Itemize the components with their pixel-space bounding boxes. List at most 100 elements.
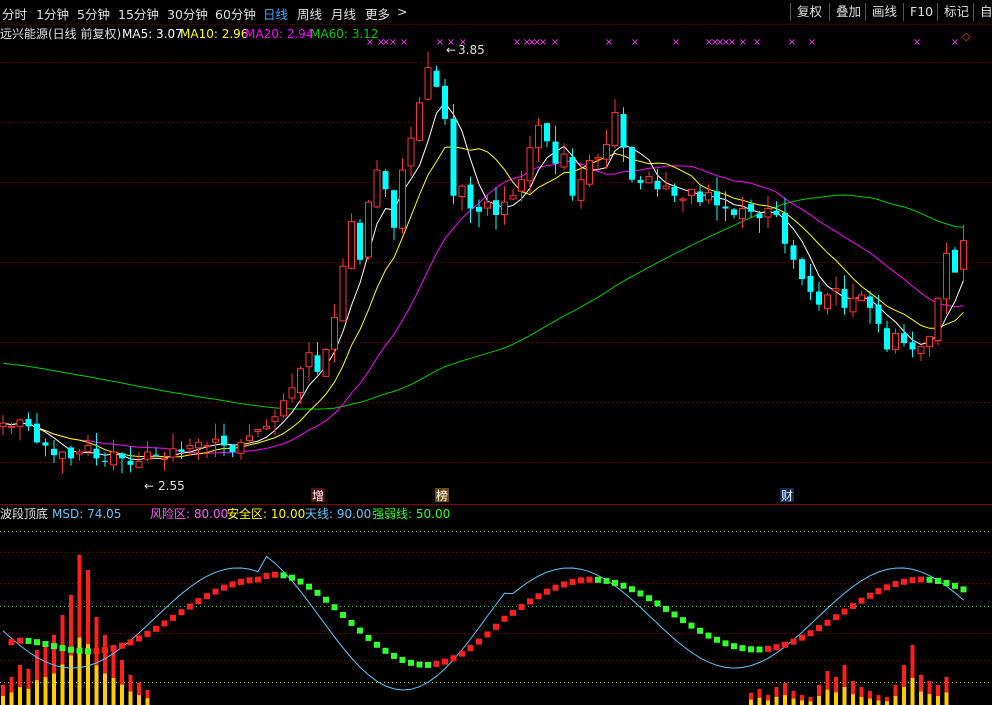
period-intraday[interactable]: 分时 [2,4,27,23]
step-mark-up [816,625,822,632]
candle-body-up [288,387,296,399]
candle-body-down [51,448,57,456]
chevron-right-icon[interactable]: > [397,4,407,19]
period-1min[interactable]: 1分钟 [36,4,69,23]
histogram-bar-top [137,683,141,696]
candle-body-up [195,441,202,449]
candle-body-up [535,124,542,149]
candle-body-down [433,70,440,87]
candle-body-up [603,143,610,160]
step-mark-down [59,645,66,652]
candle-body-down [93,448,100,459]
candle-body-down [731,209,737,215]
candle-body-up [169,448,177,458]
candle-body-down [807,275,814,292]
step-mark-down [365,634,372,641]
candle-body-up [739,208,746,219]
step-mark-up [476,638,482,645]
period-weekly[interactable]: 周线 [297,4,322,23]
step-mark-down [748,646,754,653]
step-mark-up [8,639,15,646]
histogram-bar-top [26,669,31,689]
step-mark-up [195,598,202,605]
period-60min[interactable]: 60分钟 [215,4,256,23]
event-marker-cai[interactable]: 财 [781,489,793,503]
candle-body-up [611,111,619,146]
step-mark-down [42,641,49,648]
step-mark-down [739,645,746,652]
candle-body-up [960,240,967,270]
step-mark-down [306,583,312,590]
candle-body-down [952,249,958,273]
signal-mark: × [739,37,747,48]
period-monthly[interactable]: 月线 [331,4,356,23]
step-mark-up [484,631,491,638]
step-mark-down [680,617,686,624]
candle-body-up [161,457,168,461]
histogram-bar-top [94,617,99,666]
candle-body-up [246,435,253,442]
candle-body-up [365,201,372,258]
period-toolbar: 分时 1分钟 5分钟 15分钟 30分钟 60分钟 日线 周线 月线 更多 > … [0,0,992,25]
period-daily[interactable]: 日线 [263,4,288,23]
mark-button[interactable]: 标记 [937,3,969,21]
candle-body-down [544,123,550,142]
signal-mark: × [631,37,639,48]
step-mark-down [25,637,32,644]
candle-body-down [654,180,661,190]
step-mark-up [204,593,210,600]
histogram-bar-top [842,665,847,687]
indicator-chart[interactable] [1,555,967,705]
period-5min[interactable]: 5分钟 [77,4,110,23]
histogram-bar-top [851,681,855,695]
step-mark-up [782,641,788,648]
step-mark-up [153,625,159,632]
histogram-bar-top [944,677,949,693]
step-mark-up [450,655,457,662]
candle-body-up [424,67,432,100]
step-mark-down [663,605,669,612]
candle-body-down [229,445,236,452]
step-mark-up [178,609,185,616]
period-30min[interactable]: 30分钟 [167,4,208,23]
step-mark-down [323,596,329,603]
draw-button[interactable]: 画线 [865,3,897,21]
candle-body-up [135,461,143,468]
step-mark-up [909,577,916,584]
candle-body-down [34,423,40,443]
candle-body-up [484,201,491,209]
candle-body-up [832,288,840,292]
step-mark-up [170,614,176,621]
candle-body-down [153,454,159,456]
candle-body-up [645,176,653,184]
safe-zone-label: 安全区: 10.00 [227,506,305,521]
candle-body-down [467,184,474,209]
custom-button[interactable]: 自 [973,3,992,21]
step-mark-down [425,661,431,668]
step-mark-down [654,600,661,607]
step-mark-up [552,584,559,591]
step-mark-up [510,609,516,616]
step-mark-down [314,589,321,596]
event-marker-bang[interactable]: 榜 [436,488,448,503]
candle-body-up [679,198,687,201]
step-mark-down [960,586,967,593]
adjust-button[interactable]: 复权 [790,3,822,21]
chart-area[interactable]: × ××× × × × × × ×××× × × × × ××××× × × × × × × 远兴能源(日线 前复权… [0,24,992,705]
candle-body-up [705,192,712,201]
candle-body-down [748,204,754,212]
overlay-button[interactable]: 叠加 [829,3,861,21]
ma10-label: MA10: 2.96 [180,27,248,41]
histogram-bar-top [86,570,90,645]
f10-button[interactable]: F10 [903,3,933,21]
event-marker-zeng[interactable]: 增 [312,489,324,503]
candle-body-down [442,85,448,119]
candle-body-up [824,294,831,310]
signal-mark: × [513,37,521,48]
stock-title: 远兴能源(日线 前复权) [0,26,121,41]
candle-body-up [280,400,287,417]
candle-body-down [799,259,805,280]
signal-mark: × [400,37,408,48]
period-more[interactable]: 更多 [365,4,390,23]
period-15min[interactable]: 15分钟 [118,4,159,23]
